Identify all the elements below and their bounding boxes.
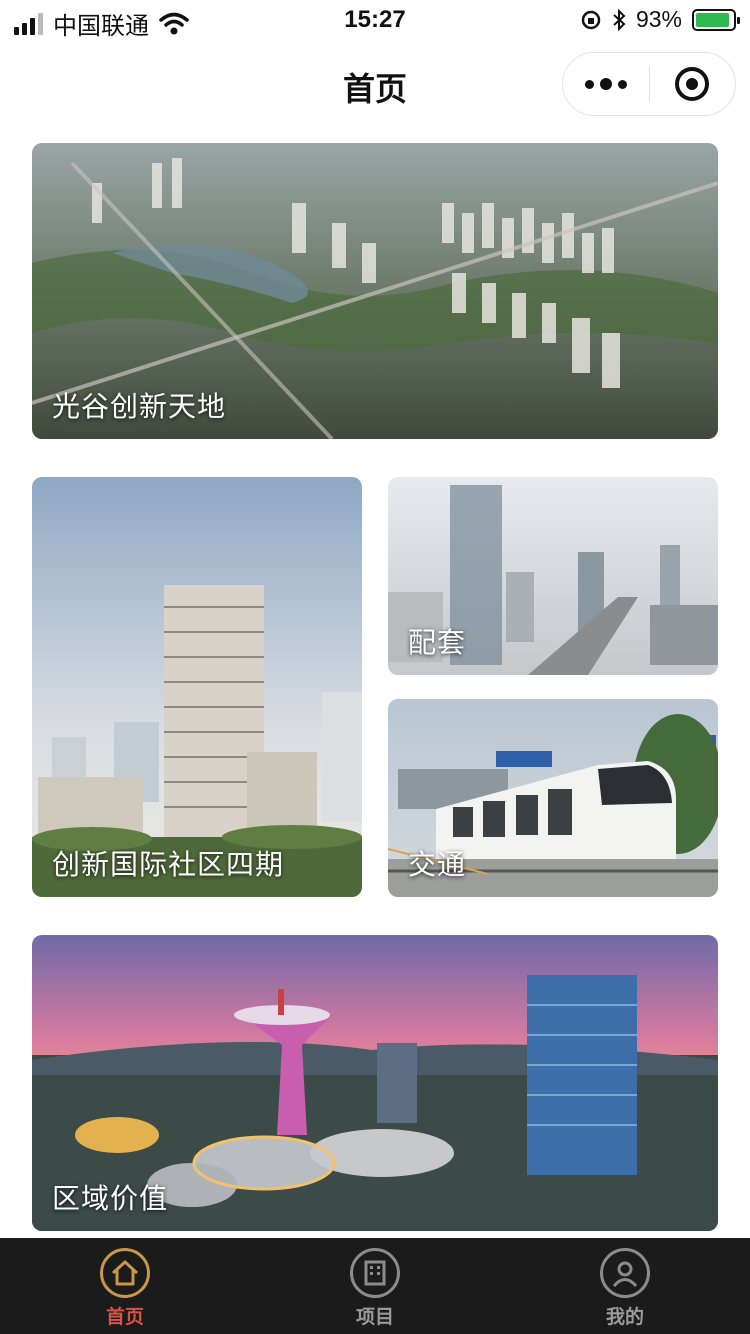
tab-home[interactable]: 首页	[0, 1238, 250, 1334]
card-guanggu-innovation[interactable]: 光谷创新天地	[32, 143, 718, 439]
card-regional-value[interactable]: 区域价值	[32, 935, 718, 1231]
card-transportation[interactable]: 交通	[388, 699, 718, 897]
tab-label: 首页	[105, 1307, 144, 1328]
bluetooth-icon	[613, 8, 626, 31]
building-icon	[350, 1248, 400, 1298]
card-international-community[interactable]: 创新国际社区四期	[32, 477, 362, 897]
card-label: 交通	[408, 849, 467, 880]
card-label: 配套	[408, 627, 467, 658]
close-button[interactable]	[650, 53, 736, 115]
residential-tower-image	[32, 477, 362, 897]
tab-projects[interactable]: 项目	[250, 1238, 500, 1334]
card-label: 创新国际社区四期	[52, 849, 285, 880]
more-button[interactable]	[563, 53, 649, 115]
close-target-icon	[675, 67, 710, 101]
home-icon	[100, 1248, 150, 1298]
mini-program-capsule	[562, 52, 736, 116]
tab-label: 我的	[605, 1307, 644, 1328]
battery-percent: 93%	[635, 6, 682, 32]
tab-label: 项目	[355, 1307, 394, 1328]
status-bar: 中国联通 15:27 93%	[0, 0, 750, 42]
more-dot-icon	[617, 79, 627, 89]
nav-bar: 首页	[0, 42, 750, 130]
battery-icon	[692, 8, 740, 31]
tab-bar: 首页 项目 我的	[0, 1238, 750, 1334]
status-right: 93%	[580, 6, 740, 33]
card-supporting-facilities[interactable]: 配套	[388, 477, 718, 675]
orientation-lock-icon	[581, 10, 601, 29]
card-label: 区域价值	[52, 1183, 169, 1214]
more-dot-icon	[599, 78, 612, 90]
card-label: 光谷创新天地	[52, 391, 227, 422]
user-icon	[600, 1248, 650, 1298]
tab-mine[interactable]: 我的	[500, 1238, 750, 1334]
more-dot-icon	[584, 79, 594, 89]
